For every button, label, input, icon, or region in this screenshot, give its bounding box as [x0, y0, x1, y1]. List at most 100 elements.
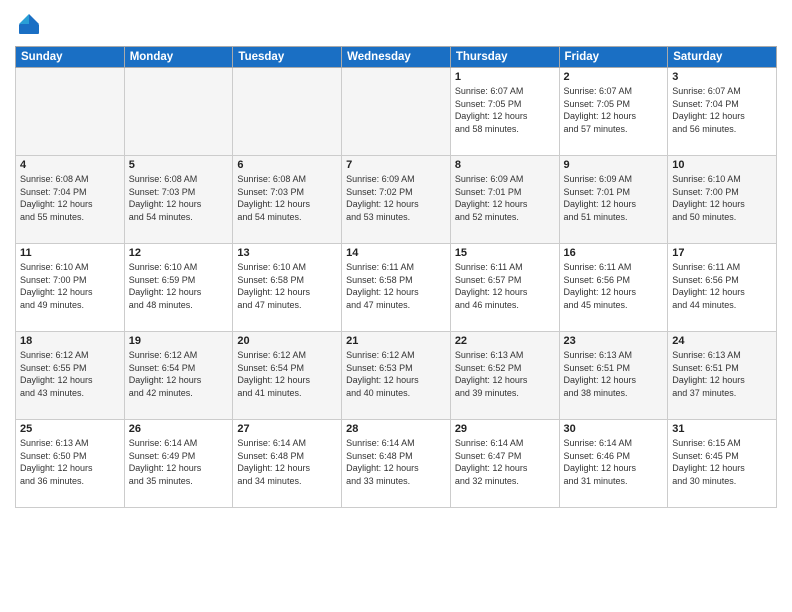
- day-number: 10: [672, 159, 772, 171]
- day-number: 26: [129, 423, 229, 435]
- weekday-header-row: SundayMondayTuesdayWednesdayThursdayFrid…: [16, 47, 777, 68]
- weekday-header-wednesday: Wednesday: [342, 47, 451, 68]
- calendar-week-row: 11 Sunrise: 6:10 AMSunset: 7:00 PMDayligh…: [16, 244, 777, 332]
- calendar-day-cell: 5Sunrise: 6:08 AMSunset: 7:03 PMDaylight…: [124, 156, 233, 244]
- calendar-day-cell: 18 Sunrise: 6:12 AMSunset: 6:55 PMDayligh…: [16, 332, 125, 420]
- weekday-header-thursday: Thursday: [450, 47, 559, 68]
- day-number: 2: [564, 71, 664, 83]
- header: [15, 10, 777, 38]
- day-number: 27: [237, 423, 337, 435]
- day-number: 14: [346, 247, 446, 259]
- calendar-day-cell: 14 Sunrise: 6:11 AMSunset: 6:58 PMDayligh…: [342, 244, 451, 332]
- day-info: Sunrise: 6:15 AMSunset: 6:45 PMDaylight:…: [672, 437, 772, 487]
- weekday-header-sunday: Sunday: [16, 47, 125, 68]
- day-number: 4: [20, 159, 120, 171]
- day-info: Sunrise: 6:14 AMSunset: 6:49 PMDaylight:…: [129, 437, 229, 487]
- day-info: Sunrise: 6:14 AMSunset: 6:48 PMDaylight:…: [346, 437, 446, 487]
- calendar-day-cell: 30 Sunrise: 6:14 AMSunset: 6:46 PMDayligh…: [559, 420, 668, 508]
- calendar-day-cell: 28Sunrise: 6:14 AMSunset: 6:48 PMDayligh…: [342, 420, 451, 508]
- day-number: 20: [237, 335, 337, 347]
- day-info: Sunrise: 6:12 AMSunset: 6:54 PMDaylight:…: [129, 349, 229, 399]
- calendar-day-cell: 15 Sunrise: 6:11 AMSunset: 6:57 PMDayligh…: [450, 244, 559, 332]
- day-info: Sunrise: 6:13 AMSunset: 6:52 PMDaylight:…: [455, 349, 555, 399]
- day-number: 30: [564, 423, 664, 435]
- calendar-day-cell: 11 Sunrise: 6:10 AMSunset: 7:00 PMDayligh…: [16, 244, 125, 332]
- day-info: Sunrise: 6:10 AMSunset: 6:58 PMDaylight:…: [237, 261, 337, 311]
- calendar-day-cell: 19 Sunrise: 6:12 AMSunset: 6:54 PMDayligh…: [124, 332, 233, 420]
- day-number: 15: [455, 247, 555, 259]
- calendar-day-cell: 13 Sunrise: 6:10 AMSunset: 6:58 PMDayligh…: [233, 244, 342, 332]
- calendar-day-cell: 9Sunrise: 6:09 AMSunset: 7:01 PMDaylight…: [559, 156, 668, 244]
- day-info: Sunrise: 6:11 AMSunset: 6:58 PMDaylight:…: [346, 261, 446, 311]
- day-info: Sunrise: 6:08 AMSunset: 7:03 PMDaylight:…: [129, 173, 229, 223]
- calendar-day-cell: [124, 68, 233, 156]
- day-number: 16: [564, 247, 664, 259]
- calendar-day-cell: 10 Sunrise: 6:10 AMSunset: 7:00 PMDayligh…: [668, 156, 777, 244]
- calendar-day-cell: 4 Sunrise: 6:08 AMSunset: 7:04 PMDaylight…: [16, 156, 125, 244]
- day-info: Sunrise: 6:10 AMSunset: 7:00 PMDaylight:…: [672, 173, 772, 223]
- weekday-header-friday: Friday: [559, 47, 668, 68]
- day-info: Sunrise: 6:09 AMSunset: 7:02 PMDaylight:…: [346, 173, 446, 223]
- calendar-day-cell: 26 Sunrise: 6:14 AMSunset: 6:49 PMDayligh…: [124, 420, 233, 508]
- page: SundayMondayTuesdayWednesdayThursdayFrid…: [0, 0, 792, 612]
- calendar-day-cell: 6 Sunrise: 6:08 AMSunset: 7:03 PMDaylight…: [233, 156, 342, 244]
- calendar-day-cell: [342, 68, 451, 156]
- day-info: Sunrise: 6:14 AMSunset: 6:47 PMDaylight:…: [455, 437, 555, 487]
- day-number: 3: [672, 71, 772, 83]
- calendar-week-row: 25 Sunrise: 6:13 AMSunset: 6:50 PMDayligh…: [16, 420, 777, 508]
- day-info: Sunrise: 6:14 AMSunset: 6:46 PMDaylight:…: [564, 437, 664, 487]
- day-info: Sunrise: 6:10 AMSunset: 7:00 PMDaylight:…: [20, 261, 120, 311]
- calendar-week-row: 1Sunrise: 6:07 AMSunset: 7:05 PMDaylight…: [16, 68, 777, 156]
- day-info: Sunrise: 6:12 AMSunset: 6:55 PMDaylight:…: [20, 349, 120, 399]
- day-info: Sunrise: 6:13 AMSunset: 6:50 PMDaylight:…: [20, 437, 120, 487]
- day-info: Sunrise: 6:08 AMSunset: 7:04 PMDaylight:…: [20, 173, 120, 223]
- calendar-day-cell: 7 Sunrise: 6:09 AMSunset: 7:02 PMDaylight…: [342, 156, 451, 244]
- weekday-header-saturday: Saturday: [668, 47, 777, 68]
- day-info: Sunrise: 6:08 AMSunset: 7:03 PMDaylight:…: [237, 173, 337, 223]
- day-info: Sunrise: 6:07 AMSunset: 7:04 PMDaylight:…: [672, 85, 772, 135]
- weekday-header-tuesday: Tuesday: [233, 47, 342, 68]
- day-number: 21: [346, 335, 446, 347]
- logo: [15, 10, 47, 38]
- day-number: 13: [237, 247, 337, 259]
- day-number: 19: [129, 335, 229, 347]
- day-number: 25: [20, 423, 120, 435]
- day-info: Sunrise: 6:12 AMSunset: 6:54 PMDaylight:…: [237, 349, 337, 399]
- day-info: Sunrise: 6:11 AMSunset: 6:56 PMDaylight:…: [672, 261, 772, 311]
- calendar-day-cell: 22 Sunrise: 6:13 AMSunset: 6:52 PMDayligh…: [450, 332, 559, 420]
- day-info: Sunrise: 6:14 AMSunset: 6:48 PMDaylight:…: [237, 437, 337, 487]
- day-number: 22: [455, 335, 555, 347]
- day-number: 11: [20, 247, 120, 259]
- day-info: Sunrise: 6:11 AMSunset: 6:56 PMDaylight:…: [564, 261, 664, 311]
- day-number: 24: [672, 335, 772, 347]
- day-number: 12: [129, 247, 229, 259]
- calendar-day-cell: 3 Sunrise: 6:07 AMSunset: 7:04 PMDaylight…: [668, 68, 777, 156]
- day-number: 31: [672, 423, 772, 435]
- day-info: Sunrise: 6:13 AMSunset: 6:51 PMDaylight:…: [564, 349, 664, 399]
- day-info: Sunrise: 6:13 AMSunset: 6:51 PMDaylight:…: [672, 349, 772, 399]
- day-number: 23: [564, 335, 664, 347]
- calendar-day-cell: 31 Sunrise: 6:15 AMSunset: 6:45 PMDayligh…: [668, 420, 777, 508]
- weekday-header-monday: Monday: [124, 47, 233, 68]
- day-info: Sunrise: 6:12 AMSunset: 6:53 PMDaylight:…: [346, 349, 446, 399]
- day-info: Sunrise: 6:11 AMSunset: 6:57 PMDaylight:…: [455, 261, 555, 311]
- day-info: Sunrise: 6:07 AMSunset: 7:05 PMDaylight:…: [564, 85, 664, 135]
- calendar-day-cell: 2 Sunrise: 6:07 AMSunset: 7:05 PMDaylight…: [559, 68, 668, 156]
- day-info: Sunrise: 6:09 AMSunset: 7:01 PMDaylight:…: [455, 173, 555, 223]
- calendar-day-cell: 21 Sunrise: 6:12 AMSunset: 6:53 PMDayligh…: [342, 332, 451, 420]
- day-number: 29: [455, 423, 555, 435]
- day-number: 18: [20, 335, 120, 347]
- calendar-day-cell: 29 Sunrise: 6:14 AMSunset: 6:47 PMDayligh…: [450, 420, 559, 508]
- day-info: Sunrise: 6:10 AMSunset: 6:59 PMDaylight:…: [129, 261, 229, 311]
- calendar-table: SundayMondayTuesdayWednesdayThursdayFrid…: [15, 46, 777, 508]
- day-number: 17: [672, 247, 772, 259]
- logo-icon: [15, 10, 43, 38]
- day-number: 6: [237, 159, 337, 171]
- calendar-day-cell: [233, 68, 342, 156]
- day-number: 9: [564, 159, 664, 171]
- calendar-day-cell: 20 Sunrise: 6:12 AMSunset: 6:54 PMDayligh…: [233, 332, 342, 420]
- day-number: 7: [346, 159, 446, 171]
- calendar-day-cell: 24 Sunrise: 6:13 AMSunset: 6:51 PMDayligh…: [668, 332, 777, 420]
- day-info: Sunrise: 6:07 AMSunset: 7:05 PMDaylight:…: [455, 85, 555, 135]
- calendar-week-row: 18 Sunrise: 6:12 AMSunset: 6:55 PMDayligh…: [16, 332, 777, 420]
